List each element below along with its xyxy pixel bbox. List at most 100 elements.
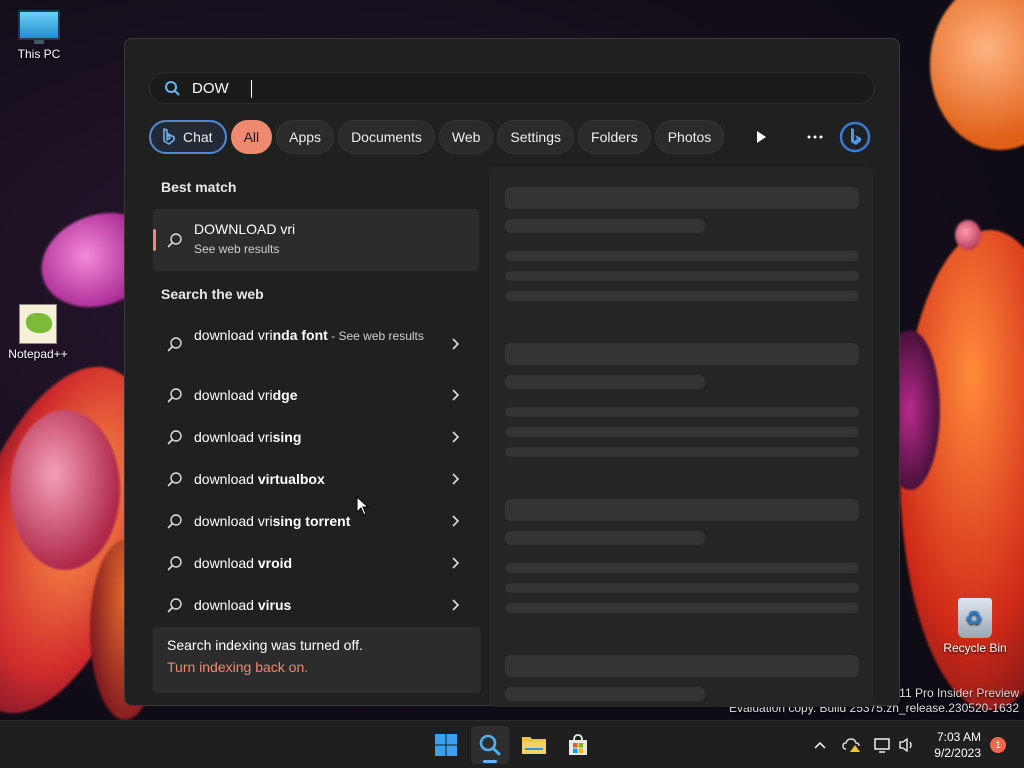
best-match-heading: Best match (161, 179, 237, 195)
best-match-result[interactable]: DOWNLOAD vri See web results (153, 209, 479, 271)
search-icon (167, 233, 182, 248)
best-match-title: DOWNLOAD vri (194, 221, 296, 237)
desktop-icon-notepad-plus-plus[interactable]: Notepad++ (0, 304, 76, 361)
chevron-up-icon (814, 741, 826, 749)
watermark-line-1: s 11 Pro Insider Preview (889, 686, 1019, 700)
bing-button[interactable] (837, 119, 873, 155)
chevron-right-icon (452, 557, 460, 569)
search-box[interactable] (149, 72, 875, 104)
web-result-text: download vridge (194, 387, 298, 403)
search-icon (167, 514, 182, 529)
tab-label: Photos (667, 129, 712, 145)
tab-settings[interactable]: Settings (497, 120, 575, 154)
volume-button[interactable] (897, 735, 917, 755)
search-web-heading: Search the web (161, 286, 264, 302)
start-button[interactable] (427, 726, 465, 764)
recycle-bin-icon (958, 598, 992, 638)
chevron-right-icon (452, 599, 460, 611)
chevron-right-icon (452, 338, 460, 350)
clock-button[interactable]: 7:03 AM 9/2/2023 (934, 729, 981, 761)
web-result-row[interactable]: download vridge (153, 375, 479, 415)
notification-badge[interactable]: 1 (990, 737, 1006, 753)
best-match-subtitle: See web results (194, 242, 280, 256)
tab-all[interactable]: All (230, 120, 273, 154)
tab-label: Folders (591, 129, 638, 145)
play-icon (757, 131, 766, 143)
chevron-right-icon (452, 473, 460, 485)
taskbar-search-button[interactable] (471, 726, 509, 764)
desktop-icon-label: This PC (17, 47, 61, 61)
search-icon (165, 81, 180, 96)
speaker-icon (899, 737, 912, 753)
selection-accent (153, 229, 156, 251)
web-result-row[interactable]: download vrising (153, 417, 479, 457)
web-result-row[interactable]: download vroid (153, 543, 479, 583)
network-icon (874, 738, 890, 753)
tab-label: Settings (510, 129, 562, 145)
search-icon (167, 598, 182, 613)
more-tabs-button[interactable] (747, 123, 775, 151)
network-button[interactable] (873, 735, 893, 755)
indexing-notice: Search indexing was turned off. Turn ind… (153, 627, 481, 693)
bing-icon (839, 121, 871, 153)
windows-logo-icon (435, 734, 457, 756)
search-panel: Chat All Apps Documents Web Settings Fol… (124, 38, 900, 707)
ellipsis-icon (807, 135, 823, 139)
search-icon (167, 337, 182, 352)
bing-chat-icon (163, 128, 175, 145)
taskbar: 7:03 AM 9/2/2023 1 (0, 720, 1024, 768)
chevron-right-icon (452, 389, 460, 401)
turn-indexing-on-link[interactable]: Turn indexing back on. (167, 659, 467, 675)
tab-photos[interactable]: Photos (654, 120, 725, 154)
tab-folders[interactable]: Folders (578, 120, 651, 154)
web-result-row[interactable]: download vrising torrent (153, 501, 479, 541)
more-options-button[interactable] (801, 123, 829, 151)
tab-chat[interactable]: Chat (149, 120, 227, 154)
tab-documents[interactable]: Documents (338, 120, 435, 154)
web-result-text: download vrising (194, 429, 302, 445)
monitor-icon (18, 10, 60, 44)
microsoft-store-button[interactable] (559, 726, 597, 764)
desktop-icon-label: Recycle Bin (943, 641, 1007, 655)
tab-label: Apps (289, 129, 322, 145)
tab-label: Documents (351, 129, 422, 145)
filter-tabs: Chat All Apps Documents Web Settings Fol… (149, 120, 725, 154)
web-result-text: download vroid (194, 555, 293, 571)
chevron-right-icon (452, 431, 460, 443)
clock-time: 7:03 AM (936, 730, 981, 744)
mouse-cursor-icon (356, 496, 370, 516)
cloud-warning-icon (842, 738, 860, 752)
search-icon (167, 556, 182, 571)
web-result-text: download vrising torrent (194, 513, 351, 529)
web-result-row[interactable]: download vrinda font - See web results (153, 325, 479, 365)
web-result-row[interactable]: download virus (153, 585, 479, 625)
indexing-notice-text: Search indexing was turned off. (167, 637, 363, 653)
tab-web[interactable]: Web (438, 120, 494, 154)
store-icon (569, 734, 587, 755)
tab-label: Chat (183, 129, 213, 145)
preview-pane-loading (489, 167, 873, 707)
search-input[interactable] (192, 79, 792, 97)
folder-icon (522, 737, 546, 754)
text-caret (251, 80, 252, 98)
web-result-text: download virus (194, 597, 292, 613)
desktop-icon-label: Notepad++ (8, 347, 68, 361)
web-result-text: download virtualbox (194, 471, 325, 487)
desktop-icon-recycle-bin[interactable]: Recycle Bin (937, 598, 1013, 655)
file-explorer-button[interactable] (515, 726, 553, 764)
web-result-row[interactable]: download virtualbox (153, 459, 479, 499)
onedrive-status-button[interactable] (842, 735, 862, 755)
tab-label: Web (451, 129, 481, 145)
tab-apps[interactable]: Apps (276, 120, 335, 154)
web-result-text: download vrinda font - See web results (194, 327, 424, 343)
tab-label: All (243, 129, 260, 145)
chevron-right-icon (452, 515, 460, 527)
search-icon (167, 388, 182, 403)
desktop-icon-this-pc[interactable]: This PC (1, 10, 77, 61)
search-icon (479, 734, 501, 756)
search-icon (167, 430, 182, 445)
notepad-plus-plus-icon (19, 304, 57, 344)
search-icon (167, 472, 182, 487)
clock-date: 9/2/2023 (934, 746, 981, 760)
show-hidden-icons-button[interactable] (810, 735, 830, 755)
